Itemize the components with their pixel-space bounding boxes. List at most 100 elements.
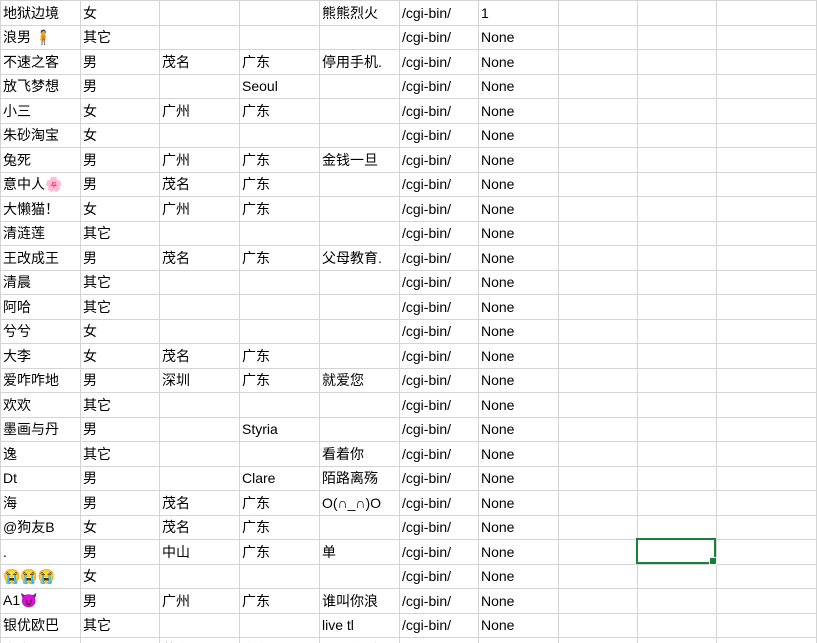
cell-blank1[interactable]: [559, 368, 638, 393]
cell-blank1[interactable]: [559, 123, 638, 148]
cell-blank2[interactable]: [638, 319, 717, 344]
cell-blank2[interactable]: [638, 564, 717, 589]
cell-value[interactable]: 1: [479, 1, 559, 26]
cell-gender[interactable]: 女: [81, 515, 160, 540]
table-row[interactable]: 清涟莲其它/cgi-bin/None: [1, 221, 817, 246]
cell-city[interactable]: [160, 319, 240, 344]
cell-gender[interactable]: 其它: [81, 442, 160, 467]
cell-note[interactable]: live tl: [320, 613, 400, 638]
cell-blank3[interactable]: [717, 74, 817, 99]
cell-gender[interactable]: 其它: [81, 270, 160, 295]
table-row[interactable]: 意中人🌸男茂名广东/cgi-bin/None: [1, 172, 817, 197]
cell-gender[interactable]: 男: [81, 74, 160, 99]
cell-blank2[interactable]: [638, 99, 717, 124]
cell-city[interactable]: [160, 1, 240, 26]
cell-region[interactable]: 广东: [240, 99, 320, 124]
cell-gender[interactable]: 男: [81, 589, 160, 614]
table-row[interactable]: 兔死男广州广东金钱一旦/cgi-bin/None: [1, 148, 817, 173]
cell-city[interactable]: 广州: [160, 197, 240, 222]
cell-path[interactable]: /cgi-bin/: [400, 295, 479, 320]
cell-path[interactable]: /cgi-bin/: [400, 25, 479, 50]
cell-region[interactable]: [240, 613, 320, 638]
cell-value[interactable]: None: [479, 221, 559, 246]
cell-value[interactable]: None: [479, 515, 559, 540]
cell-path[interactable]: /cgi-bin/: [400, 368, 479, 393]
cell-blank3[interactable]: [717, 344, 817, 369]
table-row[interactable]: 中庸男茂名广东明月何时/cgi-bin/None: [1, 638, 817, 643]
cell-path[interactable]: /cgi-bin/: [400, 442, 479, 467]
cell-path[interactable]: /cgi-bin/: [400, 515, 479, 540]
cell-region[interactable]: 广东: [240, 638, 320, 643]
cell-city[interactable]: 茂名: [160, 515, 240, 540]
cell-blank1[interactable]: [559, 540, 638, 565]
cell-path[interactable]: /cgi-bin/: [400, 197, 479, 222]
cell-name[interactable]: A1😈: [1, 589, 81, 614]
cell-path[interactable]: /cgi-bin/: [400, 123, 479, 148]
cell-note[interactable]: [320, 295, 400, 320]
table-row[interactable]: 欢欢其它/cgi-bin/None: [1, 393, 817, 418]
cell-gender[interactable]: 男: [81, 466, 160, 491]
table-row[interactable]: 😭😭😭女/cgi-bin/None: [1, 564, 817, 589]
cell-city[interactable]: [160, 25, 240, 50]
cell-blank2[interactable]: [638, 172, 717, 197]
cell-value[interactable]: None: [479, 74, 559, 99]
cell-blank1[interactable]: [559, 344, 638, 369]
table-row[interactable]: 爱咋咋地男深圳广东就爱您/cgi-bin/None: [1, 368, 817, 393]
cell-blank3[interactable]: [717, 148, 817, 173]
cell-name[interactable]: 不速之客: [1, 50, 81, 75]
cell-gender[interactable]: 男: [81, 172, 160, 197]
cell-city[interactable]: [160, 417, 240, 442]
cell-path[interactable]: /cgi-bin/: [400, 466, 479, 491]
cell-blank3[interactable]: [717, 319, 817, 344]
cell-path[interactable]: /cgi-bin/: [400, 393, 479, 418]
cell-blank2[interactable]: [638, 197, 717, 222]
cell-city[interactable]: [160, 466, 240, 491]
table-row[interactable]: 大懒猫！女广州广东/cgi-bin/None: [1, 197, 817, 222]
cell-note[interactable]: [320, 74, 400, 99]
cell-region[interactable]: [240, 270, 320, 295]
cell-value[interactable]: None: [479, 295, 559, 320]
table-row[interactable]: 逸其它看着你/cgi-bin/None: [1, 442, 817, 467]
cell-note[interactable]: [320, 515, 400, 540]
cell-name[interactable]: Dt: [1, 466, 81, 491]
cell-value[interactable]: None: [479, 564, 559, 589]
cell-city[interactable]: 茂名: [160, 246, 240, 271]
cell-region[interactable]: 广东: [240, 172, 320, 197]
cell-note[interactable]: 陌路离殇: [320, 466, 400, 491]
cell-blank3[interactable]: [717, 613, 817, 638]
cell-region[interactable]: 广东: [240, 148, 320, 173]
cell-region[interactable]: [240, 123, 320, 148]
cell-note[interactable]: 看着你: [320, 442, 400, 467]
table-row[interactable]: 王改成王男茂名广东父母教育./cgi-bin/None: [1, 246, 817, 271]
cell-value[interactable]: None: [479, 148, 559, 173]
cell-region[interactable]: Styria: [240, 417, 320, 442]
cell-blank1[interactable]: [559, 50, 638, 75]
cell-name[interactable]: .: [1, 540, 81, 565]
table-row[interactable]: 地狱边境女熊熊烈火/cgi-bin/1: [1, 1, 817, 26]
cell-blank2[interactable]: [638, 246, 717, 271]
cell-value[interactable]: None: [479, 172, 559, 197]
table-row[interactable]: .男中山广东单/cgi-bin/None: [1, 540, 817, 565]
cell-name[interactable]: 大懒猫！: [1, 197, 81, 222]
cell-blank2[interactable]: [638, 466, 717, 491]
table-row[interactable]: Dt男Clare陌路离殇/cgi-bin/None: [1, 466, 817, 491]
cell-blank1[interactable]: [559, 589, 638, 614]
cell-gender[interactable]: 男: [81, 50, 160, 75]
cell-gender[interactable]: 其它: [81, 25, 160, 50]
cell-note[interactable]: [320, 344, 400, 369]
cell-blank1[interactable]: [559, 442, 638, 467]
cell-city[interactable]: 茂名: [160, 491, 240, 516]
cell-value[interactable]: None: [479, 417, 559, 442]
cell-region[interactable]: 广东: [240, 197, 320, 222]
cell-blank1[interactable]: [559, 246, 638, 271]
cell-region[interactable]: Clare: [240, 466, 320, 491]
cell-gender[interactable]: 男: [81, 417, 160, 442]
cell-name[interactable]: 大李: [1, 344, 81, 369]
cell-blank2[interactable]: [638, 491, 717, 516]
cell-path[interactable]: /cgi-bin/: [400, 564, 479, 589]
cell-blank3[interactable]: [717, 25, 817, 50]
cell-value[interactable]: None: [479, 368, 559, 393]
cell-path[interactable]: /cgi-bin/: [400, 589, 479, 614]
cell-blank2[interactable]: [638, 613, 717, 638]
cell-city[interactable]: 茂名: [160, 172, 240, 197]
